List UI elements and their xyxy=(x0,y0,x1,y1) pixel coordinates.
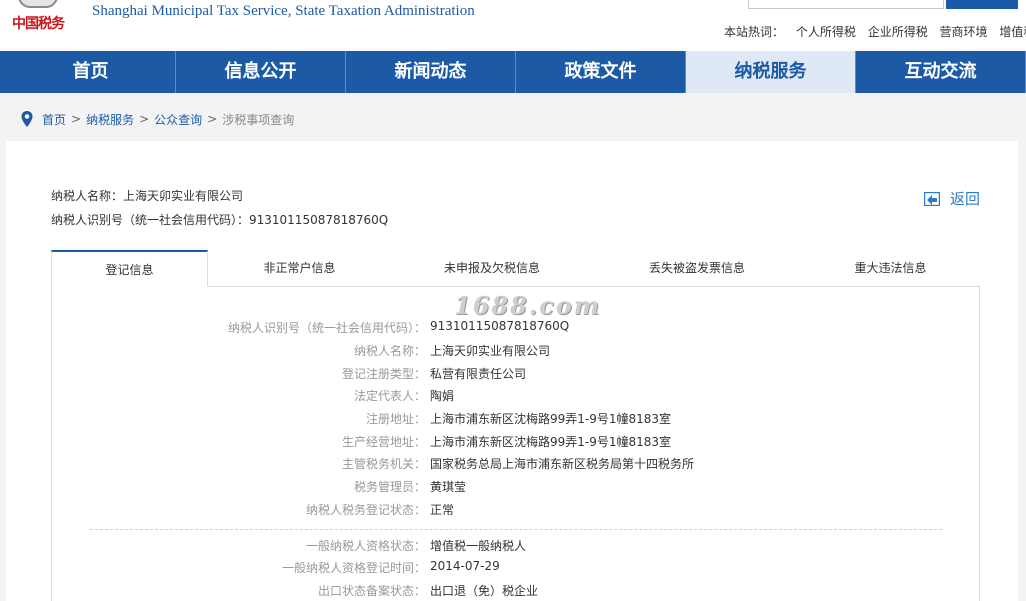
detail-value: 黄琪莹 xyxy=(430,480,467,494)
detail-label: 税务管理员： xyxy=(353,480,426,494)
nav-item-interaction[interactable]: 互动交流 xyxy=(855,51,1025,93)
tab-major-violations[interactable]: 重大违法信息 xyxy=(801,250,980,287)
detail-row: 一般纳税人资格状态： 增值税一般纳税人 xyxy=(6,537,1018,557)
detail-value: 上海市浦东新区沈梅路99弄1-9号1幢8183室 xyxy=(430,412,672,426)
detail-value: 正常 xyxy=(430,503,455,517)
breadcrumb-tax-service[interactable]: 纳税服务 xyxy=(86,111,134,128)
detail-row: 生产经营地址： 上海市浦东新区沈梅路99弄1-9号1幢8183室 xyxy=(6,433,1018,453)
breadcrumb: 首页 > 纳税服务 > 公众查询 > 涉税事项查询 xyxy=(20,109,294,129)
search-button[interactable] xyxy=(946,0,1018,9)
detail-row: 登记注册类型： 私营有限责任公司 xyxy=(6,365,1018,385)
taxpayer-name-line: 纳税人名称：上海天卯实业有限公司 xyxy=(51,189,244,203)
main-nav: 首页 信息公开 新闻动态 政策文件 纳税服务 互动交流 xyxy=(0,51,1026,93)
hotword-link[interactable]: 营商环境 xyxy=(940,25,988,39)
section-divider xyxy=(90,529,942,530)
breadcrumb-current: 涉税事项查询 xyxy=(222,112,295,127)
detail-value: 上海市浦东新区沈梅路99弄1-9号1幢8183室 xyxy=(430,435,672,449)
detail-label: 一般纳税人资格登记时间： xyxy=(281,561,426,575)
tab-registration-info[interactable]: 登记信息 xyxy=(51,250,208,287)
detail-row: 注册地址： 上海市浦东新区沈梅路99弄1-9号1幢8183室 xyxy=(6,410,1018,430)
detail-row: 法定代表人： 陶娟 xyxy=(6,387,1018,407)
back-arrow-icon xyxy=(924,191,940,206)
tab-unfiled-arrears[interactable]: 未申报及欠税信息 xyxy=(391,250,593,287)
site-logo[interactable]: 中国税务 xyxy=(8,0,72,40)
hotword-link[interactable]: 企业所得税 xyxy=(868,25,928,39)
watermark-1688: 1688.com xyxy=(454,291,602,320)
detail-value: 陶娟 xyxy=(430,389,455,403)
site-subtitle: Shanghai Municipal Tax Service, State Ta… xyxy=(92,3,475,19)
breadcrumb-home[interactable]: 首页 xyxy=(42,111,66,128)
detail-value: 私营有限责任公司 xyxy=(430,367,527,381)
nav-item-home[interactable]: 首页 xyxy=(0,51,175,93)
detail-value: 国家税务总局上海市浦东新区税务局第十四税务所 xyxy=(430,457,695,471)
nav-item-news[interactable]: 新闻动态 xyxy=(345,51,515,93)
detail-label: 纳税人税务登记状态： xyxy=(305,503,426,517)
detail-row: 纳税人识别号（统一社会信用代码）： 91310115087818760Q xyxy=(6,319,1018,339)
detail-label: 纳税人名称： xyxy=(353,344,426,358)
nav-item-policy[interactable]: 政策文件 xyxy=(515,51,685,93)
page: 中国税务 Shanghai Municipal Tax Service, Sta… xyxy=(0,0,1026,601)
detail-value: 上海天卯实业有限公司 xyxy=(430,344,551,358)
detail-row: 纳税人名称： 上海天卯实业有限公司 xyxy=(6,342,1018,362)
detail-label: 生产经营地址： xyxy=(341,435,426,449)
search-input[interactable] xyxy=(748,0,944,9)
detail-value: 增值税一般纳税人 xyxy=(430,539,527,553)
hotword-link[interactable]: 增值税 xyxy=(999,25,1026,39)
hotword-link[interactable]: 个人所得税 xyxy=(796,25,856,39)
detail-label: 法定代表人： xyxy=(353,389,426,403)
detail-row: 税务管理员： 黄琪莹 xyxy=(6,478,1018,498)
nav-item-info-disclosure[interactable]: 信息公开 xyxy=(175,51,345,93)
detail-row: 一般纳税人资格登记时间： 2014-07-29 xyxy=(6,559,1018,579)
back-button[interactable]: 返回 xyxy=(924,188,980,209)
location-pin-icon xyxy=(21,111,33,127)
detail-label: 纳税人识别号（统一社会信用代码）： xyxy=(227,321,426,335)
site-header: 中国税务 Shanghai Municipal Tax Service, Sta… xyxy=(0,0,1026,51)
hotwords-label: 本站热词： xyxy=(724,25,785,39)
tax-emblem-icon xyxy=(18,0,58,8)
detail-value: 2014-07-29 xyxy=(430,559,500,573)
breadcrumb-separator: > xyxy=(207,112,218,126)
taxpayer-id-line: 纳税人识别号（统一社会信用代码）：91310115087818760Q xyxy=(51,213,389,227)
back-label: 返回 xyxy=(950,190,981,208)
detail-label: 登记注册类型： xyxy=(341,367,426,381)
logo-text: 中国税务 xyxy=(12,16,65,32)
detail-row: 主管税务机关： 国家税务总局上海市浦东新区税务局第十四税务所 xyxy=(6,455,1018,475)
detail-value: 出口退（免）税企业 xyxy=(430,584,539,598)
detail-row: 出口状态备案状态： 出口退（免）税企业 xyxy=(6,582,1018,601)
breadcrumb-separator: > xyxy=(71,112,82,126)
breadcrumb-separator: > xyxy=(139,112,150,126)
nav-item-tax-service[interactable]: 纳税服务 xyxy=(685,51,855,93)
tab-bar: 登记信息 非正常户信息 未申报及欠税信息 丢失被盗发票信息 重大违法信息 xyxy=(51,250,980,287)
tab-abnormal-account[interactable]: 非正常户信息 xyxy=(208,250,391,287)
content-card: 纳税人名称：上海天卯实业有限公司 纳税人识别号（统一社会信用代码）：913101… xyxy=(6,141,1018,601)
detail-value: 91310115087818760Q xyxy=(430,319,570,333)
tab-lost-invoices[interactable]: 丢失被盗发票信息 xyxy=(593,250,801,287)
detail-row: 纳税人税务登记状态： 正常 xyxy=(6,501,1018,521)
detail-label: 一般纳税人资格状态： xyxy=(305,539,426,553)
breadcrumb-public-query[interactable]: 公众查询 xyxy=(154,111,202,128)
detail-label: 主管税务机关： xyxy=(341,457,426,471)
hotwords: 本站热词： 个人所得税 企业所得税 营商环境 增值税 xyxy=(724,23,1026,40)
detail-label: 出口状态备案状态： xyxy=(317,584,426,598)
detail-label: 注册地址： xyxy=(365,412,426,426)
